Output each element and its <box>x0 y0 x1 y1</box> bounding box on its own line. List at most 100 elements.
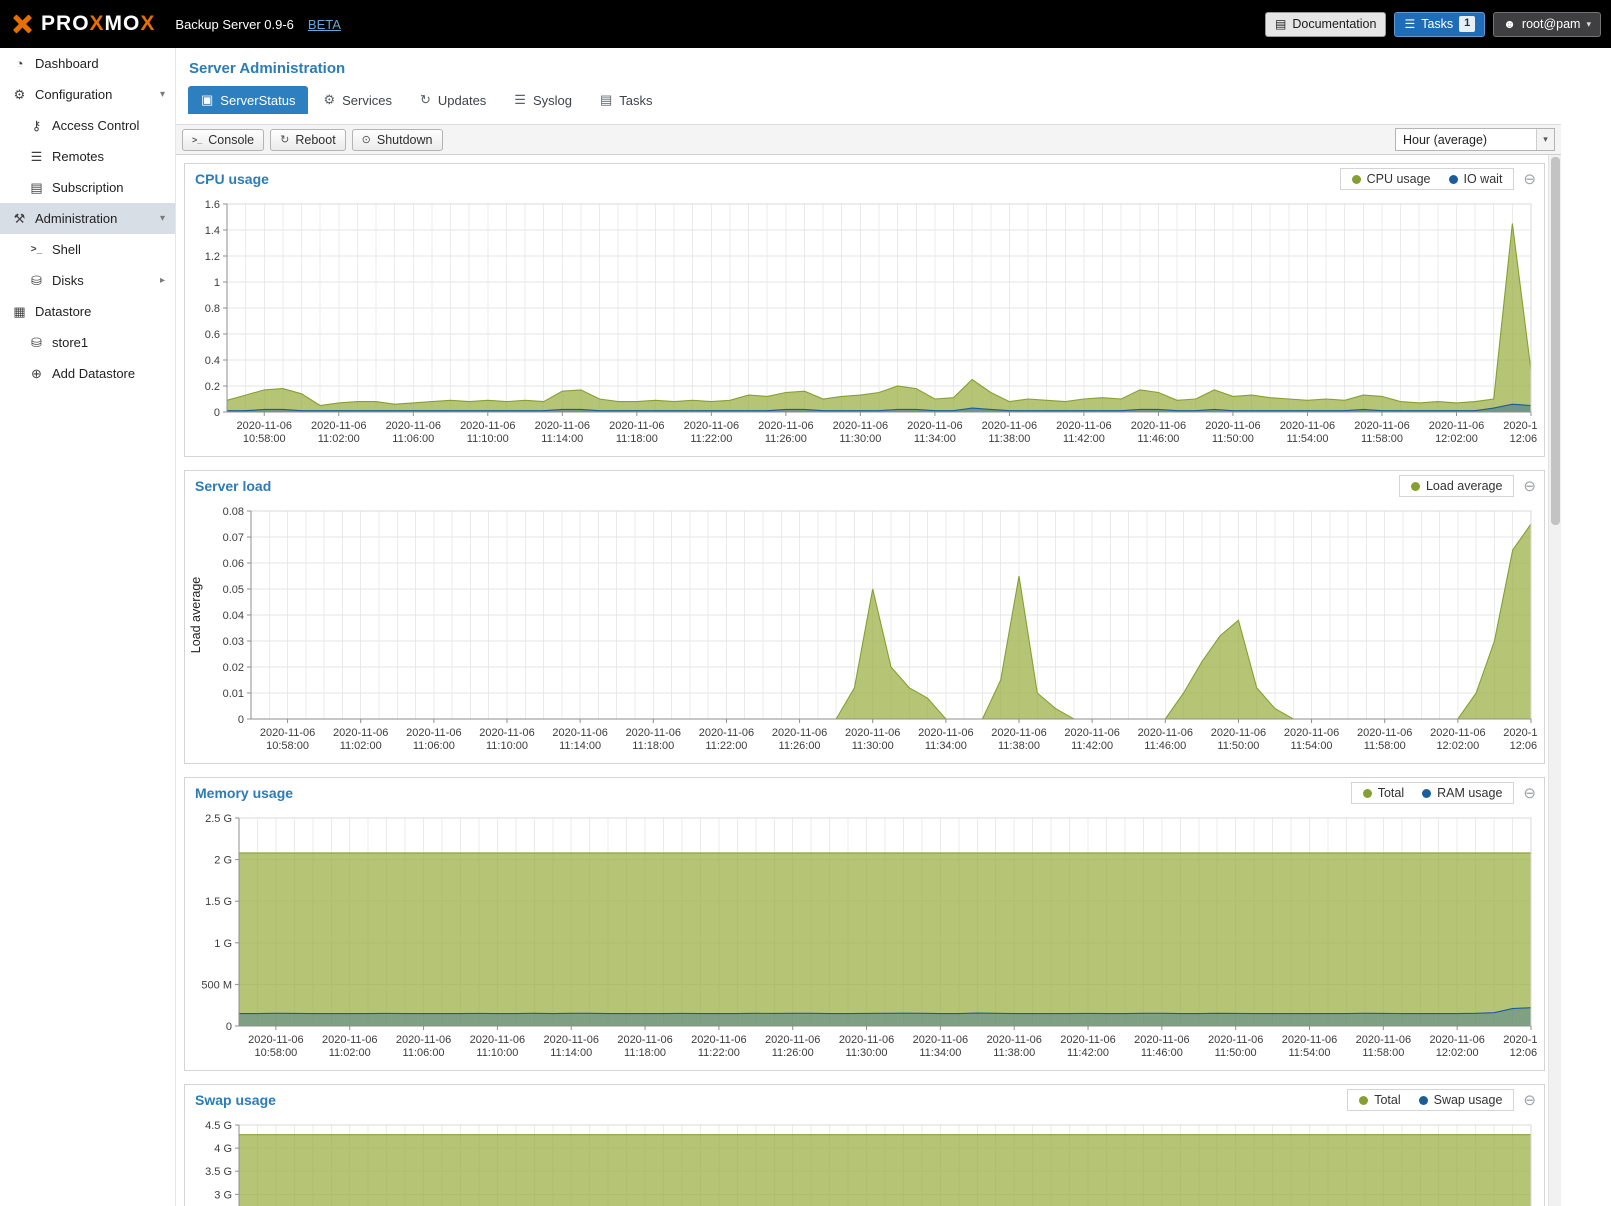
svg-text:3.5 G: 3.5 G <box>205 1166 232 1178</box>
sidebar-item-datastore[interactable]: ▦Datastore <box>0 296 175 327</box>
svg-text:2020-11-0611:10:00: 2020-11-0611:10:00 <box>470 1034 525 1059</box>
svg-text:2020-11-0611:38:00: 2020-11-0611:38:00 <box>986 1034 1041 1059</box>
svg-text:0.08: 0.08 <box>223 506 244 518</box>
services-icon: ⚙ <box>323 92 335 108</box>
remotes-icon: ☰ <box>27 149 46 165</box>
legend-label: Load average <box>1426 479 1502 493</box>
documentation-button[interactable]: ▤ Documentation <box>1265 12 1386 37</box>
legend-label: Total <box>1374 1093 1400 1107</box>
shutdown-button[interactable]: ⊙Shutdown <box>352 129 443 151</box>
top-bar-right: ▤ Documentation ☰ Tasks 1 ☻ root@pam ▾ <box>1265 12 1601 37</box>
sidebar-item-store1[interactable]: ⛁store1 <box>0 327 175 358</box>
product-version: Backup Server 0.9-6 <box>175 17 294 32</box>
svg-text:1.2: 1.2 <box>205 251 220 263</box>
chevron-right-icon[interactable]: ▸ <box>160 275 169 286</box>
tasks-icon: ☰ <box>1404 17 1415 31</box>
top-bar: PROXMOX Backup Server 0.9-6 BETA ▤ Docum… <box>0 0 1611 48</box>
toolbar: >_Console ↻Reboot ⊙Shutdown Hour (average)… <box>176 124 1561 155</box>
svg-text:2020-11-0611:54:00: 2020-11-0611:54:00 <box>1280 420 1335 445</box>
svg-text:2020-11-0611:54:00: 2020-11-0611:54:00 <box>1282 1034 1337 1059</box>
sidebar-item-access-control[interactable]: ⚷Access Control <box>0 110 175 141</box>
svg-text:2020-11-0611:22:00: 2020-11-0611:22:00 <box>699 727 754 752</box>
collapse-icon[interactable]: ⊖ <box>1523 786 1536 801</box>
sidebar-item-label: Subscription <box>52 180 124 195</box>
tab-serverstatus[interactable]: ▣ServerStatus <box>188 86 308 114</box>
svg-text:1 G: 1 G <box>214 938 232 950</box>
tab-syslog[interactable]: ☰Syslog <box>501 86 585 114</box>
server-status-region: >_Console ↻Reboot ⊙Shutdown Hour (average)… <box>176 124 1561 1206</box>
collapse-icon[interactable]: ⊖ <box>1523 1093 1536 1108</box>
svg-text:0.07: 0.07 <box>223 532 244 544</box>
sidebar-item-label: Access Control <box>52 118 139 133</box>
updates-icon: ↻ <box>420 92 431 108</box>
tasks-tab-icon: ▤ <box>600 92 612 108</box>
reboot-icon: ↻ <box>280 133 289 146</box>
svg-text:2020-11-0611:46:00: 2020-11-0611:46:00 <box>1138 727 1193 752</box>
chart-legend: TotalSwap usage <box>1347 1089 1514 1111</box>
svg-text:1.5 G: 1.5 G <box>205 896 232 908</box>
console-icon: >_ <box>192 135 202 145</box>
reboot-button[interactable]: ↻Reboot <box>270 129 346 151</box>
tasks-label: Tasks <box>1421 17 1453 31</box>
svg-text:2020-11-0611:18:00: 2020-11-0611:18:00 <box>609 420 664 445</box>
svg-text:2020-11-0611:34:00: 2020-11-0611:34:00 <box>913 1034 968 1059</box>
tab-bar: ▣ServerStatus ⚙ Services ↻Updates☰Syslog ▤ Ta… <box>188 86 1611 114</box>
svg-text:2020-11-0612:06:00: 2020-11-0612:06:00 <box>1503 1034 1537 1059</box>
chart-panel-header: Swap usageTotalSwap usage⊖ <box>185 1085 1544 1115</box>
sidebar-nav: ◔Dashboard⚙Configuration▾⚷Access Control… <box>0 48 175 389</box>
tab-label: Services <box>342 93 392 108</box>
chart-panel-server-load: Server loadLoad average⊖2020-11-0610:58:… <box>184 470 1545 764</box>
svg-text:2020-11-0611:06:00: 2020-11-0611:06:00 <box>406 727 461 752</box>
sidebar: ◔Dashboard⚙Configuration▾⚷Access Control… <box>0 48 176 1206</box>
sidebar-item-subscription[interactable]: ▤Subscription <box>0 172 175 203</box>
beta-link[interactable]: BETA <box>308 17 341 32</box>
svg-text:2020-11-0611:06:00: 2020-11-0611:06:00 <box>396 1034 451 1059</box>
tasks-button[interactable]: ☰ Tasks 1 <box>1394 12 1485 37</box>
svg-text:2020-11-0611:22:00: 2020-11-0611:22:00 <box>691 1034 746 1059</box>
collapse-icon[interactable]: ⊖ <box>1523 479 1536 494</box>
chevron-down-icon[interactable]: ▾ <box>160 213 169 224</box>
sidebar-item-dashboard[interactable]: ◔Dashboard <box>0 48 175 79</box>
sidebar-item-remotes[interactable]: ☰Remotes <box>0 141 175 172</box>
console-button[interactable]: >_Console <box>182 129 264 151</box>
sidebar-item-add-datastore[interactable]: ⊕Add Datastore <box>0 358 175 389</box>
svg-text:2 G: 2 G <box>214 855 232 867</box>
chevron-down-icon[interactable]: ▾ <box>160 89 169 100</box>
tab-updates[interactable]: ↻Updates <box>407 86 499 114</box>
datastore-icon: ▦ <box>10 304 29 320</box>
sidebar-item-label: Shell <box>52 242 81 257</box>
legend-dot <box>1419 1096 1428 1105</box>
time-range-select[interactable]: Hour (average) ▾ <box>1395 128 1555 151</box>
scrollbar-thumb[interactable] <box>1551 157 1560 525</box>
sidebar-item-label: Administration <box>35 211 117 226</box>
svg-text:2020-11-0611:58:00: 2020-11-0611:58:00 <box>1354 420 1409 445</box>
legend-item: CPU usage <box>1352 172 1431 186</box>
documentation-label: Documentation <box>1292 17 1376 31</box>
toolbar-buttons: >_Console ↻Reboot ⊙Shutdown <box>182 129 443 151</box>
brand-text: PROXMOX <box>41 12 155 36</box>
sidebar-item-disks[interactable]: ⛁Disks▸ <box>0 265 175 296</box>
user-menu-button[interactable]: ☻ root@pam ▾ <box>1493 12 1601 37</box>
sidebar-item-configuration[interactable]: ⚙Configuration▾ <box>0 79 175 110</box>
tab-label: Tasks <box>619 93 652 108</box>
sidebar-item-shell[interactable]: >_Shell <box>0 234 175 265</box>
svg-text:2020-11-0611:54:00: 2020-11-0611:54:00 <box>1284 727 1339 752</box>
sidebar-item-administration[interactable]: ⚒Administration▾ <box>0 203 175 234</box>
svg-text:2020-11-0612:06:00: 2020-11-0612:06:00 <box>1503 727 1537 752</box>
svg-text:2020-11-0611:58:00: 2020-11-0611:58:00 <box>1357 727 1412 752</box>
tab-tasks[interactable]: ▤ Tasks <box>587 86 666 114</box>
main-area: Server Administration ▣ServerStatus⚙Serv… <box>176 48 1611 1206</box>
user-label: root@pam <box>1522 17 1581 31</box>
tab-label: ServerStatus <box>220 93 295 108</box>
time-range-value: Hour (average) <box>1396 133 1536 147</box>
svg-text:2020-11-0611:10:00: 2020-11-0611:10:00 <box>460 420 515 445</box>
svg-text:2020-11-0611:42:00: 2020-11-0611:42:00 <box>1056 420 1111 445</box>
svg-text:Load average: Load average <box>189 577 203 654</box>
vertical-scrollbar[interactable] <box>1548 155 1561 1206</box>
legend-item: Load average <box>1411 479 1502 493</box>
svg-text:2020-11-0611:14:00: 2020-11-0611:14:00 <box>544 1034 599 1059</box>
tab-services[interactable]: ⚙ Services <box>310 86 405 114</box>
proxmox-logo: PROXMOX <box>10 12 155 36</box>
collapse-icon[interactable]: ⊖ <box>1523 172 1536 187</box>
chart-legend: CPU usageIO wait <box>1340 168 1515 190</box>
